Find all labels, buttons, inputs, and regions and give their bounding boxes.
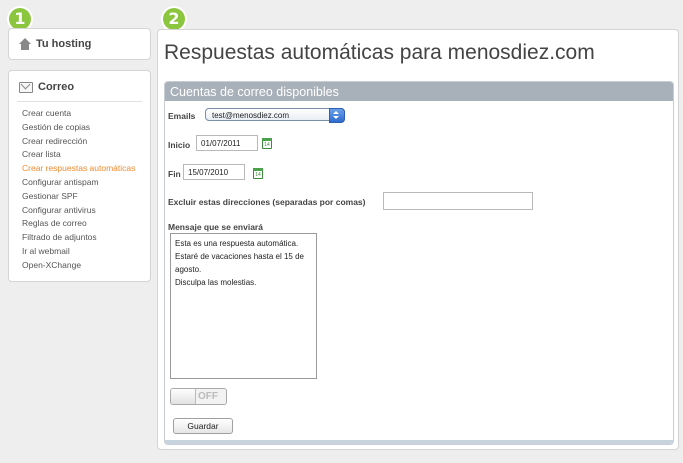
calendar-icon[interactable]: 14 — [262, 138, 272, 149]
sidebar-item-gestion-copias[interactable]: Gestión de copias — [22, 121, 150, 135]
mail-menu: Crear cuenta Gestión de copias Crear red… — [9, 107, 150, 273]
select-arrows-icon — [329, 108, 345, 123]
page-title: Respuestas automáticas para menosdiez.co… — [164, 41, 595, 64]
auto-reply-toggle[interactable]: OFF — [170, 388, 227, 405]
fin-date-input[interactable]: 15/07/2010 — [183, 164, 245, 180]
sidebar-item-respuestas-automaticas[interactable]: Crear respuestas automáticas — [22, 162, 150, 176]
fin-label: Fin — [168, 169, 181, 179]
step-1-badge: 1 — [9, 8, 31, 30]
mensaje-label: Mensaje que se enviará — [168, 222, 263, 232]
section-header: Cuentas de correo disponibles — [165, 82, 673, 101]
sidebar-item-filtrado-adjuntos[interactable]: Filtrado de adjuntos — [22, 231, 150, 245]
toggle-state: OFF — [198, 391, 218, 402]
mail-panel-title: Correo — [38, 81, 75, 93]
mail-panel: Correo Crear cuenta Gestión de copias Cr… — [8, 70, 151, 282]
toggle-knob — [171, 389, 196, 404]
emails-label: Emails — [168, 111, 196, 121]
sidebar-item-antivirus[interactable]: Configurar antivirus — [22, 204, 150, 218]
emails-select-value: test@menosdiez.com — [212, 111, 290, 120]
house-icon — [19, 38, 31, 50]
mail-panel-header: Correo — [9, 71, 150, 94]
main-panel: Respuestas automáticas para menosdiez.co… — [157, 29, 679, 450]
sidebar-item-antispam[interactable]: Configurar antispam — [22, 176, 150, 190]
sidebar-item-crear-redireccion[interactable]: Crear redirección — [22, 135, 150, 149]
excluir-label: Excluir estas direcciones (separadas por… — [168, 197, 366, 207]
sidebar-item-spf[interactable]: Gestionar SPF — [22, 190, 150, 204]
sidebar-item-open-xchange[interactable]: Open-XChange — [22, 259, 150, 273]
hosting-link[interactable]: Tu hosting — [9, 29, 150, 59]
accounts-section: Cuentas de correo disponibles Emails tes… — [164, 81, 674, 445]
hosting-label: Tu hosting — [36, 38, 92, 50]
sidebar-item-reglas[interactable]: Reglas de correo — [22, 217, 150, 231]
section-footer-bar — [165, 440, 673, 444]
sidebar-item-webmail[interactable]: Ir al webmail — [22, 245, 150, 259]
sidebar-item-crear-lista[interactable]: Crear lista — [22, 148, 150, 162]
sidebar-item-crear-cuenta[interactable]: Crear cuenta — [22, 107, 150, 121]
emails-select[interactable]: test@menosdiez.com — [205, 108, 345, 123]
save-button[interactable]: Guardar — [173, 418, 233, 434]
excluir-input[interactable] — [383, 192, 533, 210]
inicio-label: Inicio — [168, 140, 191, 150]
hosting-panel: Tu hosting — [8, 28, 151, 60]
inicio-date-input[interactable]: 01/07/2011 — [196, 135, 258, 151]
step-2-badge: 2 — [163, 8, 185, 30]
divider — [17, 101, 142, 102]
mensaje-textarea[interactable]: Esta es una respuesta automática. Estaré… — [170, 233, 317, 379]
envelope-icon — [19, 81, 33, 93]
calendar-icon[interactable]: 14 — [253, 168, 263, 179]
